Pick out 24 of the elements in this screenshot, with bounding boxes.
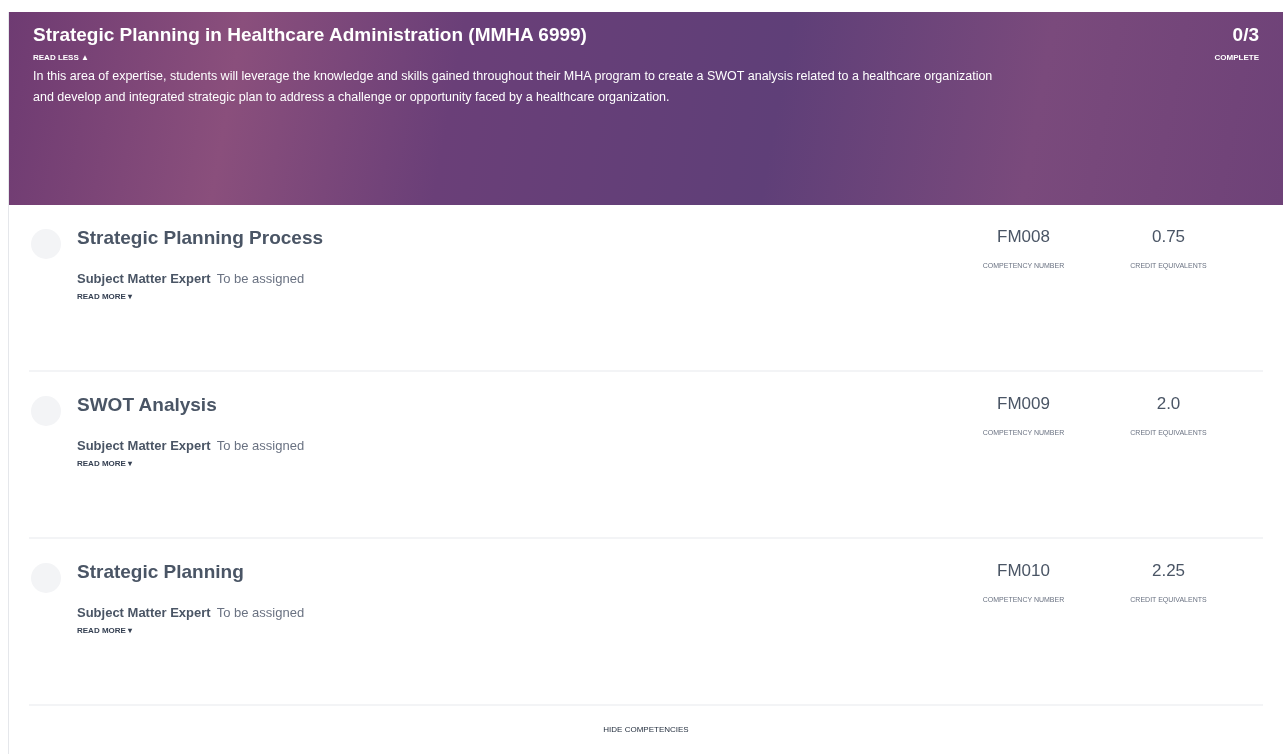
expert-label: Subject Matter Expert [77, 438, 211, 454]
read-more-link[interactable]: READ MORE ▾ [77, 291, 133, 303]
credit-equivalents: 2.25 [1151, 560, 1186, 582]
competency-title: Strategic Planning Process [77, 226, 324, 250]
read-more-link[interactable]: READ MORE ▾ [77, 625, 133, 637]
competency-number: FM009 [997, 393, 1050, 415]
credit-equivalents: 0.75 [1151, 226, 1186, 248]
course-title: Strategic Planning in Healthcare Administration (MMHA 6999) [33, 23, 587, 47]
expert-value: To be assigned [216, 605, 305, 621]
read-less-link[interactable]: READ LESS ▲ [33, 52, 89, 64]
progress-count: 0/3 [1232, 23, 1259, 47]
credit-equivalents: 2.0 [1156, 393, 1181, 415]
expert-label: Subject Matter Expert [77, 605, 211, 621]
expert-label: Subject Matter Expert [77, 271, 211, 287]
course-description: In this area of expertise, students will leverage the knowledge and skills gained throughout their MHA program to create a SWOT analysis related to a healthcare organization and develop and integrated strategic plan to address a challenge or opportunity faced by a healthcare organization. [33, 68, 994, 106]
competency-number: FM008 [997, 226, 1050, 248]
competency-title: SWOT Analysis [77, 393, 217, 417]
expert-value: To be assigned [216, 271, 305, 287]
expert-value: To be assigned [216, 438, 305, 454]
hide-competencies-link[interactable]: HIDE COMPETENCIES [603, 724, 689, 736]
competency-title: Strategic Planning [77, 560, 244, 584]
progress-label: COMPLETE [1214, 52, 1259, 64]
read-more-link[interactable]: READ MORE ▾ [77, 458, 133, 470]
competency-number: FM010 [997, 560, 1050, 582]
